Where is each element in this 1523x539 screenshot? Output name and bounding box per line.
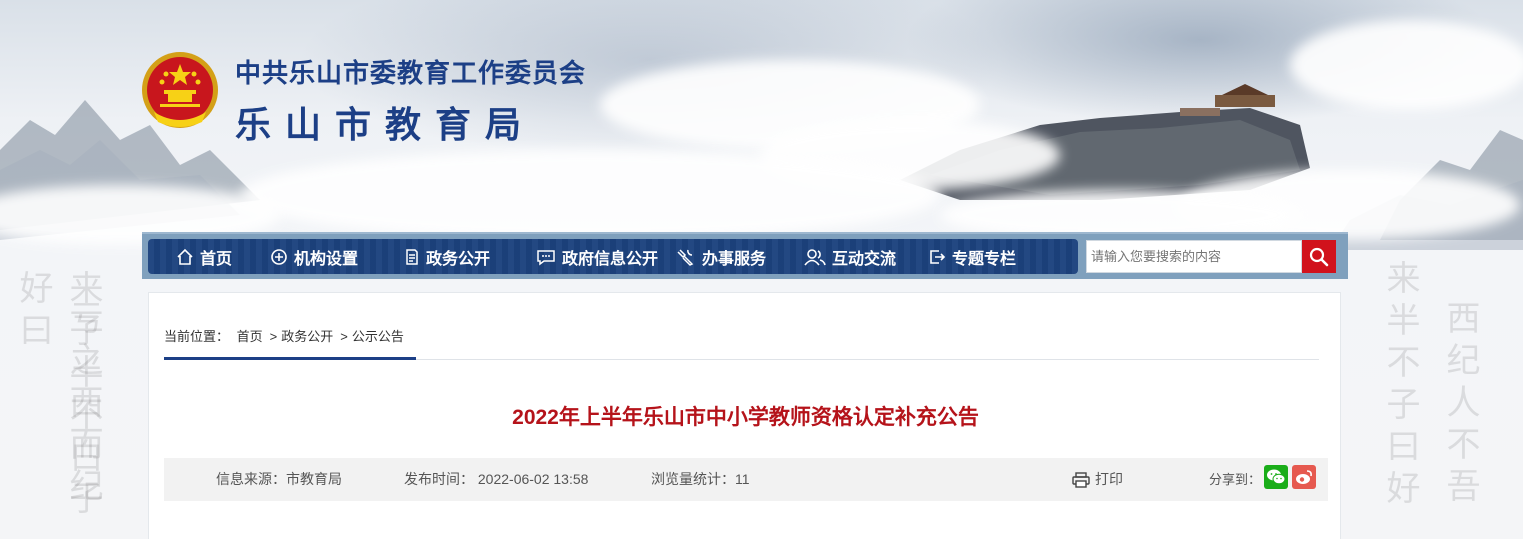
nav-item-interaction[interactable]: 互动交流 bbox=[804, 239, 896, 274]
calligraphy-decoration-left-2: 亏之西而纪 bbox=[63, 300, 103, 510]
weibo-icon bbox=[1296, 470, 1312, 484]
nav-item-label: 政府信息公开 bbox=[562, 248, 659, 268]
nav-item-label: 机构设置 bbox=[294, 248, 359, 268]
wechat-icon bbox=[1267, 469, 1286, 485]
plus-circle-icon bbox=[271, 248, 287, 265]
breadcrumb-home[interactable]: 首页 bbox=[237, 329, 263, 344]
breadcrumb-government-affairs[interactable]: 政务公开 bbox=[281, 329, 333, 344]
search-input[interactable] bbox=[1086, 240, 1302, 273]
print-label: 打印 bbox=[1095, 471, 1123, 487]
breadcrumb-underline bbox=[164, 357, 416, 360]
nav-item-label: 政务公开 bbox=[426, 248, 491, 268]
article-views: 浏览量统计：11 bbox=[651, 471, 750, 487]
nav-item-government-info[interactable]: 政府信息公开 bbox=[536, 239, 658, 274]
nav-item-special-topics[interactable]: 专题专栏 bbox=[928, 239, 1016, 274]
national-emblem-icon bbox=[142, 52, 218, 128]
breadcrumb-announcements[interactable]: 公示公告 bbox=[352, 329, 404, 344]
nav-wrapper: 首页 机构设置 政务公开 政府信息公开 办事服务 互动交流 专题专栏 bbox=[142, 232, 1348, 279]
message-icon bbox=[537, 249, 555, 265]
breadcrumb-separator: > bbox=[269, 329, 278, 344]
home-icon bbox=[177, 248, 193, 265]
nav-item-label: 办事服务 bbox=[702, 248, 767, 268]
bureau-name: 乐山市教育局 bbox=[235, 104, 536, 145]
breadcrumb-prefix: 当前位置： bbox=[164, 329, 230, 344]
document-icon bbox=[406, 248, 418, 265]
nav-item-government-affairs[interactable]: 政务公开 bbox=[404, 239, 490, 274]
breadcrumb: 当前位置： 首页 > 政务公开 > 公示公告 bbox=[164, 326, 408, 345]
calligraphy-decoration-right: 来半不子曰好 bbox=[1380, 260, 1420, 512]
article-meta-bar: 信息来源：市教育局 发布时间： 2022-06-02 13:58 浏览量统计：1… bbox=[164, 458, 1328, 501]
article-publish-time: 发布时间： 2022-06-02 13:58 bbox=[404, 471, 589, 487]
nav-item-institutions[interactable]: 机构设置 bbox=[270, 239, 358, 274]
exit-icon bbox=[930, 249, 946, 264]
nav-item-label: 互动交流 bbox=[832, 248, 897, 268]
users-icon bbox=[804, 248, 826, 266]
wechat-share-button[interactable] bbox=[1264, 465, 1288, 489]
weibo-share-button[interactable] bbox=[1292, 465, 1316, 489]
tools-icon bbox=[677, 248, 694, 266]
breadcrumb-separator: > bbox=[340, 329, 348, 344]
article-panel: 当前位置： 首页 > 政务公开 > 公示公告 2022年上半年乐山市中小学教师资格认定补… bbox=[148, 292, 1341, 539]
nav-item-services[interactable]: 办事服务 bbox=[676, 239, 766, 274]
printer-icon bbox=[1072, 471, 1090, 488]
article-title: 2022年上半年乐山市中小学教师资格认定补充公告 bbox=[512, 406, 979, 429]
org-name: 中共乐山市委教育工作委员会 bbox=[235, 58, 587, 88]
nav-item-home[interactable]: 首页 bbox=[176, 239, 232, 274]
main-nav: 首页 机构设置 政务公开 政府信息公开 办事服务 互动交流 专题专栏 bbox=[148, 239, 1078, 274]
calligraphy-decoration-right-2: 西纪人不吾 bbox=[1440, 300, 1480, 510]
search-button[interactable] bbox=[1302, 240, 1336, 273]
search-icon bbox=[1309, 247, 1329, 266]
print-button[interactable]: 打印 bbox=[1072, 458, 1123, 501]
nav-item-label: 专题专栏 bbox=[952, 248, 1017, 268]
article-source: 信息来源：市教育局 bbox=[216, 471, 342, 487]
share-label: 分享到： bbox=[1209, 472, 1262, 487]
nav-item-label: 首页 bbox=[200, 248, 233, 268]
